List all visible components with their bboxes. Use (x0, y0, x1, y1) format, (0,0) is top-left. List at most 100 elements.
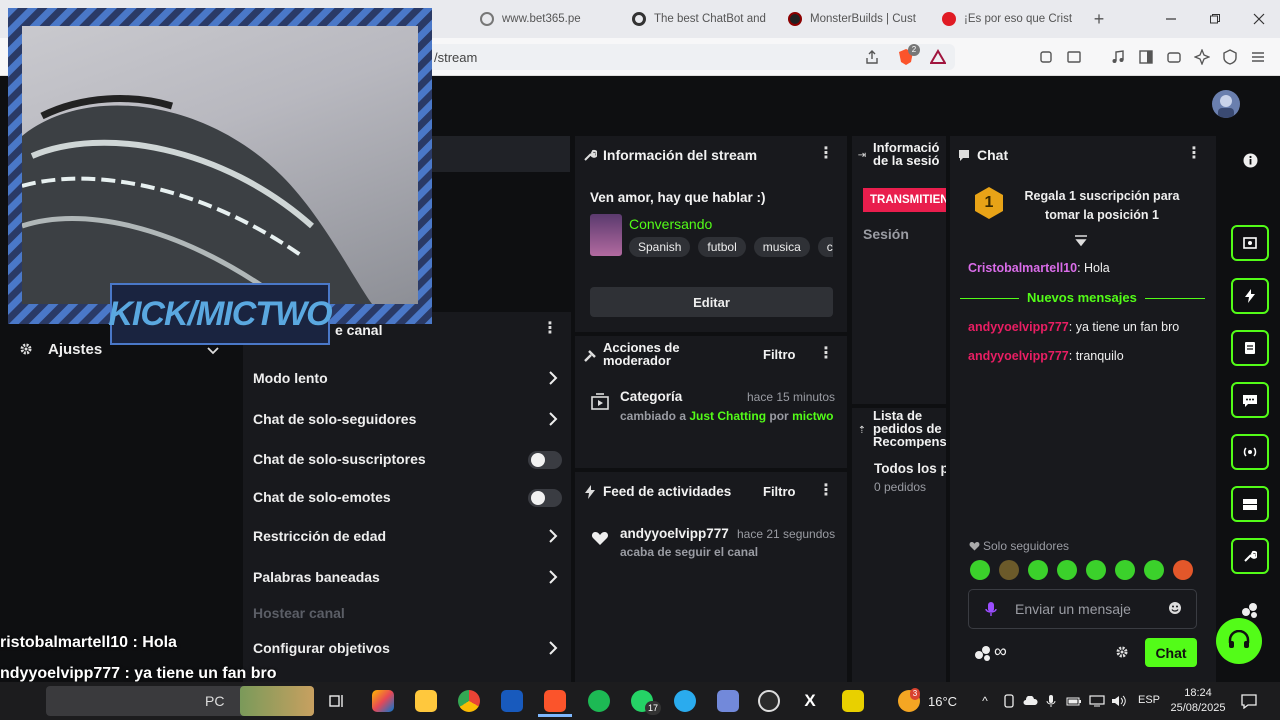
mod-filter-button[interactable]: Filtro (763, 347, 796, 362)
screen-capture-icon (1242, 236, 1258, 250)
toggle-switch[interactable] (528, 489, 562, 507)
volume-icon[interactable] (1111, 694, 1127, 708)
chat-username[interactable]: Cristobalmartell10 (968, 261, 1077, 275)
emote-icon[interactable] (1086, 560, 1106, 580)
network-icon[interactable] (1089, 694, 1105, 708)
support-button[interactable] (1216, 618, 1262, 664)
sidebar-icon[interactable] (1136, 47, 1156, 67)
emote-icon[interactable] (1057, 560, 1077, 580)
word-icon[interactable] (501, 690, 523, 712)
language-indicator[interactable]: ESP (1138, 694, 1160, 706)
collapse-icon[interactable] (1072, 234, 1090, 248)
stream-tag[interactable]: co (817, 237, 833, 257)
send-chat-button[interactable]: Chat (1145, 638, 1197, 667)
notes-app-icon[interactable] (842, 690, 864, 712)
minimize-icon[interactable] (1162, 10, 1180, 28)
rail-button-screen[interactable] (1231, 225, 1269, 261)
mod-entry-user[interactable]: mictwo (792, 409, 833, 423)
chat-username[interactable]: andyyoelvipp777 (968, 349, 1069, 363)
battery-icon[interactable] (1066, 694, 1082, 708)
stream-tag[interactable]: futbol (698, 237, 746, 257)
emote-icon[interactable] (1144, 560, 1164, 580)
file-explorer-icon[interactable] (415, 690, 437, 712)
chrome-icon[interactable] (458, 690, 480, 712)
cloud-icon[interactable] (1022, 694, 1038, 708)
emote-icon[interactable] (970, 560, 990, 580)
rail-button-chat[interactable] (1231, 382, 1269, 418)
kebab-menu-icon[interactable]: ⋮ (818, 483, 834, 499)
toggle-switch[interactable] (528, 451, 562, 469)
microphone-icon[interactable] (1045, 694, 1057, 708)
gear-icon[interactable] (1115, 645, 1129, 659)
chevron-right-icon[interactable] (546, 529, 560, 543)
menu-icon[interactable] (1248, 47, 1268, 67)
reader-icon[interactable] (1064, 47, 1084, 67)
browser-tab-youtube[interactable]: ¡Es por eso que Crist (932, 5, 1082, 33)
chevron-right-icon[interactable] (546, 412, 560, 426)
rail-button-stream[interactable] (1231, 486, 1269, 522)
mod-actions-title: Acciones de moderador (603, 341, 680, 367)
rewards-all-label[interactable]: Todos los p (874, 461, 946, 476)
brave-rewards-icon[interactable] (928, 47, 948, 67)
telegram-icon[interactable] (674, 690, 696, 712)
kick-points-icon[interactable] (1240, 600, 1260, 620)
browser-tab-bet365[interactable]: www.bet365.pe (470, 5, 620, 33)
chat-username[interactable]: andyyoelvipp777 (968, 320, 1069, 334)
browser-tab-monsterbuilds[interactable]: MonsterBuilds | Cust (778, 5, 928, 33)
activity-filter-button[interactable]: Filtro (763, 484, 796, 499)
settings-label[interactable]: Ajustes (48, 341, 102, 358)
brave-icon[interactable] (544, 690, 566, 712)
edit-button[interactable]: Editar (590, 287, 833, 317)
restore-icon[interactable] (1206, 10, 1224, 28)
close-icon[interactable] (1250, 10, 1268, 28)
category-name[interactable]: Conversando (629, 216, 712, 232)
rail-button-tools[interactable] (1231, 538, 1269, 574)
info-icon[interactable] (1242, 152, 1258, 168)
clock[interactable]: 18:24 25/08/2025 (1170, 686, 1226, 716)
kebab-menu-icon[interactable]: ⋮ (542, 321, 558, 337)
tray-app-icon[interactable] (1002, 694, 1016, 708)
chevron-right-icon[interactable] (546, 570, 560, 584)
game-launcher-icon[interactable] (717, 690, 739, 712)
kebab-menu-icon[interactable]: ⋮ (1186, 146, 1202, 162)
chevron-down-icon[interactable] (206, 344, 220, 358)
new-messages-label: Nuevos mensajes (1019, 290, 1145, 305)
avatar[interactable] (1212, 90, 1240, 118)
rail-button-notes[interactable] (1231, 330, 1269, 366)
spotify-icon[interactable] (588, 690, 610, 712)
kick-points-icon[interactable] (974, 644, 992, 662)
microphone-icon[interactable] (984, 600, 998, 618)
rail-button-broadcast[interactable] (1231, 434, 1269, 470)
task-view-icon[interactable] (328, 692, 346, 710)
mod-entry-category[interactable]: Just Chatting (689, 409, 766, 423)
obs-icon[interactable] (758, 690, 780, 712)
emote-icon[interactable] (999, 560, 1019, 580)
emoji-icon[interactable] (1167, 600, 1183, 616)
extensions-icon[interactable] (1036, 47, 1056, 67)
new-tab-icon[interactable]: + (1090, 9, 1108, 29)
activity-entry-user[interactable]: andyyoelvipp777 (620, 526, 729, 541)
chevron-right-icon[interactable] (546, 641, 560, 655)
emote-icon[interactable] (1173, 560, 1193, 580)
chevron-up-icon[interactable]: ^ (978, 694, 992, 708)
copilot-icon[interactable] (372, 690, 394, 712)
leo-ai-icon[interactable] (1192, 47, 1212, 67)
media-icon[interactable] (1108, 47, 1128, 67)
category-thumbnail (590, 214, 622, 256)
notification-icon[interactable] (1240, 692, 1258, 710)
browser-tab-chatbot[interactable]: The best ChatBot and (622, 5, 772, 33)
globe-icon (480, 12, 494, 26)
chevron-right-icon[interactable] (546, 371, 560, 385)
stream-tag[interactable]: Spanish (629, 237, 691, 257)
emote-icon[interactable] (1028, 560, 1048, 580)
wallet-icon[interactable] (1164, 47, 1184, 67)
vpn-icon[interactable] (1220, 47, 1240, 67)
x-app-icon[interactable]: X (801, 691, 819, 710)
stream-tag[interactable]: musica (753, 237, 810, 257)
share-icon[interactable] (862, 47, 882, 67)
kebab-menu-icon[interactable]: ⋮ (818, 146, 834, 162)
rail-button-activity[interactable] (1231, 278, 1269, 314)
emote-icon[interactable] (1115, 560, 1135, 580)
gift-promo[interactable]: Regala 1 suscripción para tomar la posic… (1012, 187, 1192, 225)
kebab-menu-icon[interactable]: ⋮ (818, 346, 834, 362)
